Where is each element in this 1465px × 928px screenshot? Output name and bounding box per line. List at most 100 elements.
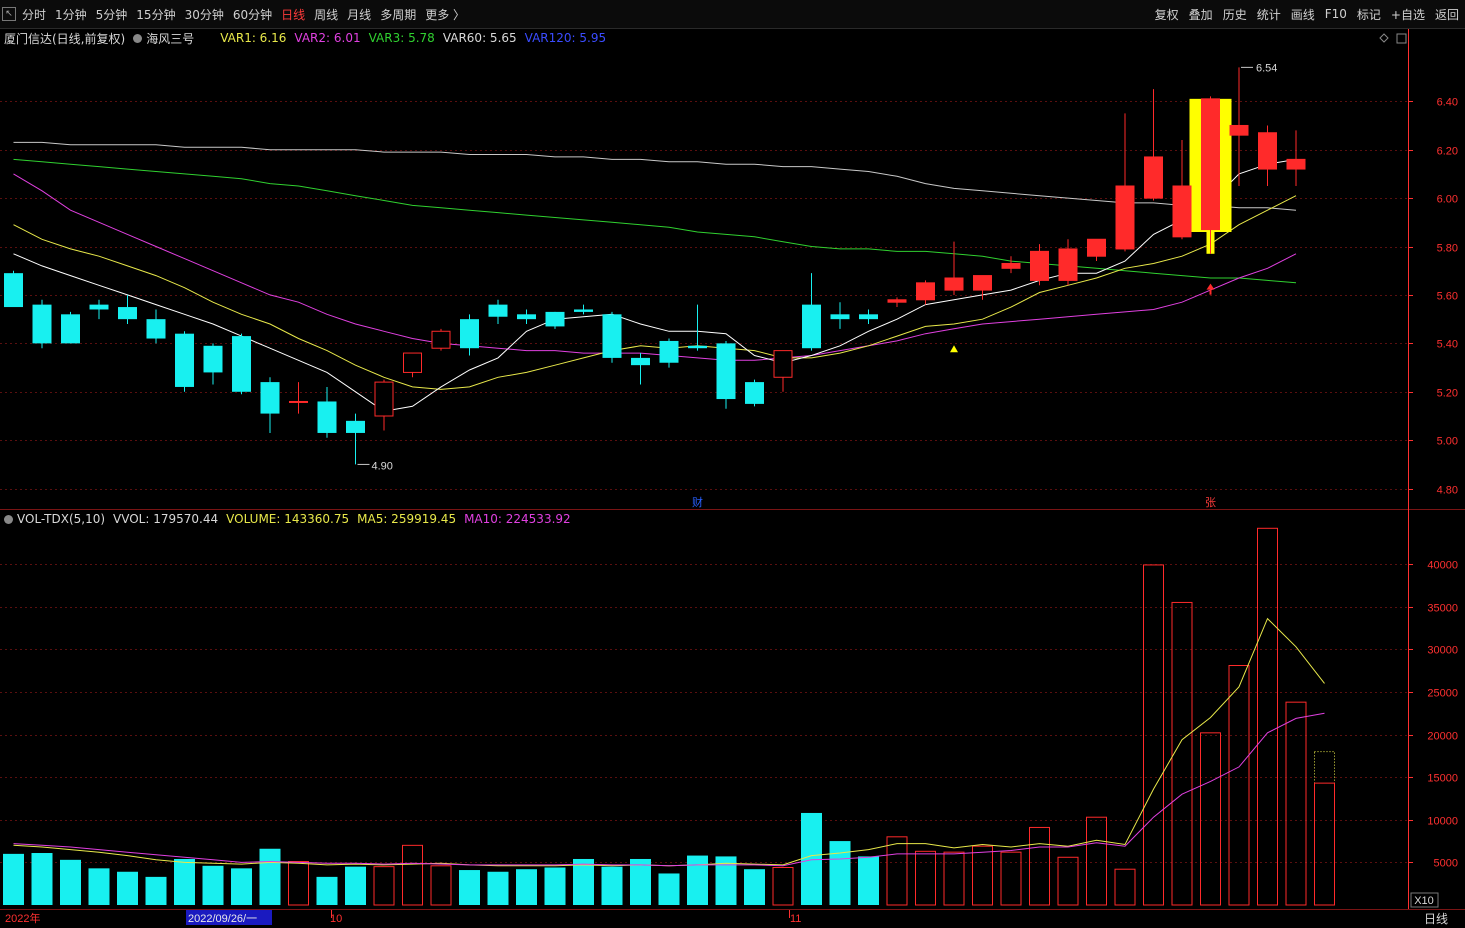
candle-body: [1229, 124, 1249, 136]
event-marker: 张: [1205, 496, 1216, 509]
event-marker: 财: [692, 495, 703, 509]
candle-body: [517, 314, 536, 320]
candle: [460, 314, 479, 356]
candle-body: [1258, 132, 1277, 170]
volume-bar: [1257, 527, 1278, 906]
volume-bar: [943, 851, 965, 906]
volume-bar: [1114, 868, 1136, 906]
candle-body: [260, 382, 280, 414]
candle-body: [944, 277, 964, 291]
time-axis-label: 2022年: [5, 911, 40, 925]
candle: [346, 413, 365, 465]
volume-bar: [1228, 665, 1250, 906]
candle: [1058, 239, 1078, 286]
candle-body: [89, 304, 109, 310]
candle-body: [745, 382, 764, 404]
candle-body: [1286, 158, 1306, 170]
candle-body: [146, 319, 166, 339]
var120-line: [13, 141, 1297, 211]
volume-bar: [801, 812, 822, 905]
volume-bar: [858, 856, 879, 905]
candle-body: [488, 304, 508, 317]
volume-bar: [402, 844, 423, 906]
volume-bar: [487, 871, 509, 905]
volume-bar: [630, 858, 651, 905]
price-tick-label: 4.80: [1437, 485, 1458, 497]
price-tick-label: 6.00: [1437, 194, 1458, 206]
candle-body: [830, 314, 850, 320]
volume-bar: [658, 873, 680, 905]
candle-body: [32, 304, 52, 344]
candle-body: [602, 314, 622, 358]
volume-bar: [174, 858, 195, 905]
volume-bar: [31, 853, 53, 905]
signal-triangle-icon: [950, 345, 958, 353]
volume-bar: [459, 870, 480, 905]
candle: [1001, 256, 1021, 274]
volume-bar: [829, 841, 851, 905]
square-icon: [1396, 33, 1407, 44]
volume-bar: [373, 866, 395, 906]
candle-body: [289, 400, 308, 403]
volume-bar: [231, 868, 252, 905]
volume-tick-label: 40000: [1427, 560, 1458, 572]
candle: [1172, 140, 1192, 240]
price-tick-label: 6.40: [1437, 97, 1458, 109]
candle-body: [973, 275, 992, 291]
candle-body: [203, 345, 223, 373]
volume-tick-label: 35000: [1427, 603, 1458, 615]
volume-bar: [772, 867, 794, 906]
volume-bar: [1200, 732, 1221, 906]
candle: [631, 353, 650, 385]
candle: [260, 377, 280, 433]
candle: [716, 340, 736, 409]
kline-chart[interactable]: 4.80 5.00 5.20 5.40 5.60 5.80 6.00 6.20 6.40 5000…: [0, 0, 1465, 928]
volume-ma10-line: [13, 712, 1325, 867]
candle-body: [574, 309, 593, 312]
candle-body: [118, 307, 137, 320]
candle: [317, 386, 337, 438]
volume-bar: [1314, 782, 1335, 906]
volume-bar: [88, 868, 110, 905]
candle-body: [317, 401, 337, 433]
price-tick-label: 5.40: [1437, 339, 1458, 351]
volume-bar: [1057, 856, 1079, 906]
candle: [232, 333, 251, 395]
candle-body: [4, 273, 23, 308]
volume-bar: [972, 845, 993, 906]
candle: [89, 299, 109, 320]
buy-arrow-icon: [1206, 283, 1215, 290]
candle-body: [1087, 238, 1106, 257]
volume-tick-label: 5000: [1434, 858, 1458, 870]
candle-body: [859, 314, 878, 320]
volume-bar: [145, 876, 167, 905]
candle-body: [773, 350, 793, 378]
volume-tick-label: 10000: [1427, 816, 1458, 828]
candle-body: [688, 345, 707, 349]
candle-body: [175, 333, 194, 387]
price-tick-label: 5.00: [1437, 436, 1458, 448]
price-tick-label: 6.20: [1437, 146, 1458, 158]
var2-line: [13, 173, 1297, 361]
price-tick-label: 5.20: [1437, 388, 1458, 400]
candle: [602, 311, 622, 363]
var60-line: [13, 158, 1297, 284]
candle: [745, 379, 764, 407]
candle: [545, 311, 565, 329]
candle-body: [659, 340, 679, 363]
volume-bar: [516, 869, 537, 905]
candle: [830, 302, 850, 329]
candle: [289, 382, 308, 414]
candle: [1258, 125, 1277, 186]
volume-bar: [601, 866, 623, 905]
candle: [4, 270, 23, 308]
volume-bar: [3, 853, 24, 905]
volume-bar: [687, 855, 708, 905]
volume-bar-forecast: [1314, 751, 1335, 906]
candle: [32, 299, 52, 349]
candle-body: [374, 381, 394, 417]
candle: [802, 273, 821, 351]
volume-bar: [259, 848, 281, 905]
volume-bar: [430, 865, 452, 906]
volume-bar: [316, 876, 338, 905]
